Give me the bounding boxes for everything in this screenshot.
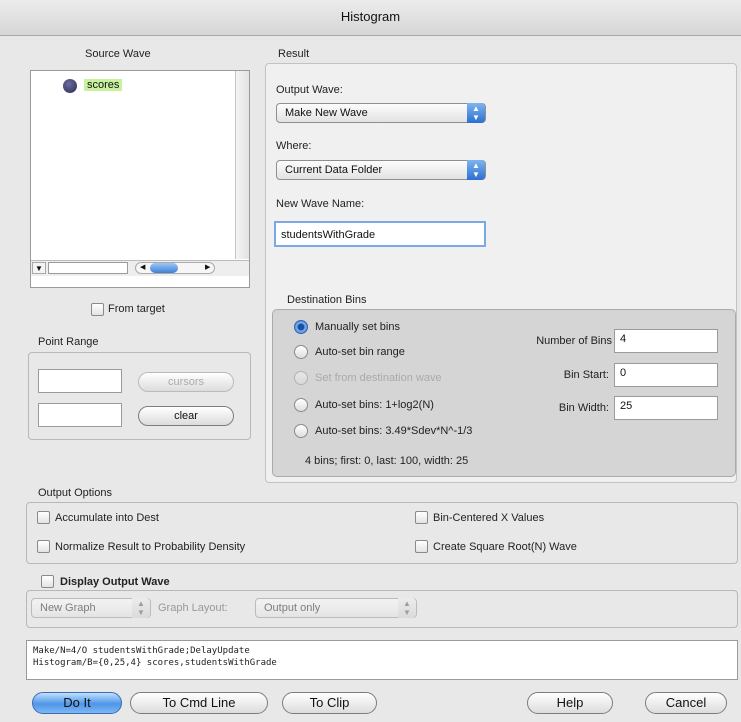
source-wave-label: Source Wave <box>85 48 151 60</box>
output-wave-popup[interactable]: Make New Wave ▲ ▼ <box>276 103 486 123</box>
filter-field[interactable] <box>48 262 128 274</box>
popup-arrows-icon: ▲ ▼ <box>132 598 150 618</box>
auto-bin-range-label: Auto-set bin range <box>315 346 405 358</box>
graph-popup[interactable]: New Graph ▲ ▼ <box>31 598 151 618</box>
auto-log2-label: Auto-set bins: 1+log2(N) <box>315 399 434 411</box>
window-title: Histogram <box>0 0 741 36</box>
graph-value: New Graph <box>40 602 96 614</box>
new-wave-name-label: New Wave Name: <box>276 198 365 210</box>
graph-layout-label: Graph Layout: <box>158 602 228 614</box>
from-target-label: From target <box>108 303 165 315</box>
clear-button[interactable]: clear <box>138 406 234 426</box>
command-line-2: Histogram/B={0,25,4} scores,studentsWith… <box>33 658 277 668</box>
popup-arrows-icon: ▲ ▼ <box>467 160 485 180</box>
point-range-start-field[interactable] <box>38 369 122 393</box>
bin-width-field[interactable]: 25 <box>614 396 718 420</box>
source-wave-list[interactable] <box>30 70 250 288</box>
wave-list-item[interactable]: scores <box>84 79 123 91</box>
manual-bins-radio[interactable] <box>294 320 308 334</box>
from-target-checkbox[interactable] <box>91 303 104 316</box>
result-label: Result <box>278 48 310 60</box>
normalize-checkbox[interactable] <box>37 540 50 553</box>
list-vertical-scrollbar[interactable] <box>235 71 249 259</box>
bin-start-field[interactable]: 0 <box>614 363 718 387</box>
destination-bins-label: Destination Bins <box>287 294 367 306</box>
popup-arrows-icon: ▲ ▼ <box>398 598 416 618</box>
where-label: Where: <box>276 140 312 152</box>
where-value: Current Data Folder <box>285 164 383 176</box>
filter-menu-icon[interactable]: ▼ <box>32 262 46 274</box>
from-destination-wave-label: Set from destination wave <box>315 372 442 384</box>
number-of-bins-label: Number of Bins <box>536 335 612 347</box>
popup-arrows-icon: ▲ ▼ <box>467 103 485 123</box>
output-options-label: Output Options <box>38 487 112 499</box>
output-wave-label: Output Wave: <box>276 84 343 96</box>
normalize-label: Normalize Result to Probability Density <box>55 541 246 553</box>
display-output-label: Display Output Wave <box>60 576 170 588</box>
number-of-bins-field[interactable]: 4 <box>614 329 718 353</box>
accumulate-checkbox[interactable] <box>37 511 50 524</box>
command-line-1: Make/N=4/O studentsWithGrade;DelayUpdate <box>33 646 250 656</box>
auto-log2-radio[interactable] <box>294 398 308 412</box>
accumulate-label: Accumulate into Dest <box>55 512 159 524</box>
auto-sdev-radio[interactable] <box>294 424 308 438</box>
cancel-button[interactable]: Cancel <box>645 692 727 714</box>
where-popup[interactable]: Current Data Folder ▲ ▼ <box>276 160 486 180</box>
bin-centered-checkbox[interactable] <box>415 511 428 524</box>
sqrt-wave-label: Create Square Root(N) Wave <box>433 541 577 553</box>
new-wave-name-field[interactable]: studentsWithGrade <box>274 221 486 247</box>
bin-centered-label: Bin-Centered X Values <box>433 512 545 524</box>
output-wave-value: Make New Wave <box>285 107 368 119</box>
to-cmd-line-button[interactable]: To Cmd Line <box>130 692 268 714</box>
bin-start-label: Bin Start: <box>563 369 609 381</box>
sqrt-wave-checkbox[interactable] <box>415 540 428 553</box>
cursors-button[interactable]: cursors <box>138 372 234 392</box>
wave-icon <box>63 79 77 93</box>
auto-bin-range-radio[interactable] <box>294 345 308 359</box>
scroll-right-icon[interactable]: ▶ <box>205 264 210 272</box>
command-text: Make/N=4/O studentsWithGrade;DelayUpdate… <box>26 640 738 680</box>
graph-layout-popup[interactable]: Output only ▲ ▼ <box>255 598 417 618</box>
point-range-end-field[interactable] <box>38 403 122 427</box>
auto-sdev-label: Auto-set bins: 3.49*Sdev*N^-1/3 <box>315 425 473 437</box>
bin-width-label: Bin Width: <box>558 402 609 414</box>
scroll-thumb[interactable] <box>150 263 178 273</box>
display-output-checkbox[interactable] <box>41 575 54 588</box>
from-destination-wave-radio[interactable] <box>294 371 308 385</box>
to-clip-button[interactable]: To Clip <box>282 692 377 714</box>
point-range-label: Point Range <box>38 336 99 348</box>
scroll-left-icon[interactable]: ◀ <box>140 264 145 272</box>
help-button[interactable]: Help <box>527 692 613 714</box>
bins-summary: 4 bins; first: 0, last: 100, width: 25 <box>305 455 469 467</box>
graph-layout-value: Output only <box>264 602 321 614</box>
manual-bins-label: Manually set bins <box>315 321 400 333</box>
do-it-button[interactable]: Do It <box>32 692 122 714</box>
